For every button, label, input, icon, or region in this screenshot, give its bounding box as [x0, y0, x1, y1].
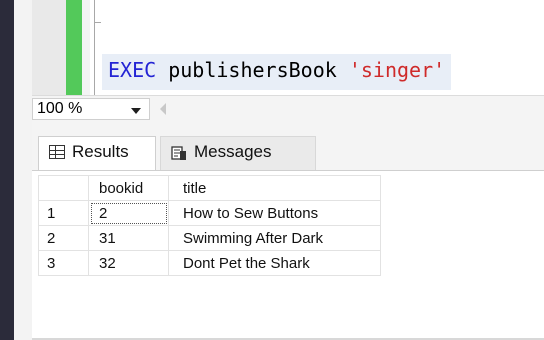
tab-messages[interactable]: Messages: [160, 136, 316, 170]
zoom-bar: 100 %: [32, 95, 544, 122]
cell-bookid[interactable]: 32: [88, 250, 169, 276]
results-table: bookid title 1 2 How to Sew Buttons 2 31…: [38, 175, 381, 276]
sql-code-line[interactable]: EXEC publishersBook 'singer': [102, 54, 452, 90]
tab-results-label: Results: [72, 142, 129, 161]
table-row: 1 2 How to Sew Buttons: [38, 200, 381, 226]
tab-messages-label: Messages: [194, 142, 272, 161]
zoom-value: 100 %: [37, 100, 83, 117]
column-header-title[interactable]: title: [168, 175, 381, 201]
messages-icon: [171, 145, 187, 161]
cell-bookid[interactable]: 2: [88, 200, 169, 226]
change-tracking-bar: [66, 0, 82, 95]
editor-gutter: [14, 0, 32, 340]
line-number-margin: [32, 0, 66, 95]
sql-procedure-name: publishersBook: [168, 58, 337, 82]
window-left-edge: [0, 0, 14, 340]
scroll-left-icon[interactable]: [160, 103, 166, 115]
outline-tick: [94, 22, 101, 23]
cell-title[interactable]: How to Sew Buttons: [168, 200, 381, 226]
row-number[interactable]: 3: [38, 250, 89, 276]
sql-keyword-exec: EXEC: [108, 58, 157, 82]
cell-title[interactable]: Swimming After Dark: [168, 225, 381, 251]
results-tabs: Results Messages: [32, 122, 544, 170]
row-number-header[interactable]: [38, 175, 89, 201]
table-header-row: bookid title: [38, 175, 381, 201]
cell-title[interactable]: Dont Pet the Shark: [168, 250, 381, 276]
cell-bookid[interactable]: 31: [88, 225, 169, 251]
sql-string-argument: 'singer': [348, 58, 446, 82]
tab-results[interactable]: Results: [38, 136, 156, 170]
results-grid[interactable]: bookid title 1 2 How to Sew Buttons 2 31…: [32, 170, 544, 340]
row-number[interactable]: 1: [38, 200, 89, 226]
table-row: 2 31 Swimming After Dark: [38, 225, 381, 251]
outline-line: [94, 0, 95, 95]
change-tracking-bar-edge: [82, 0, 90, 95]
chevron-down-icon[interactable]: [131, 108, 141, 114]
grid-icon: [49, 145, 65, 159]
row-number[interactable]: 2: [38, 225, 89, 251]
table-row: 3 32 Dont Pet the Shark: [38, 250, 381, 276]
zoom-dropdown[interactable]: 100 %: [32, 98, 150, 120]
column-header-bookid[interactable]: bookid: [88, 175, 169, 201]
